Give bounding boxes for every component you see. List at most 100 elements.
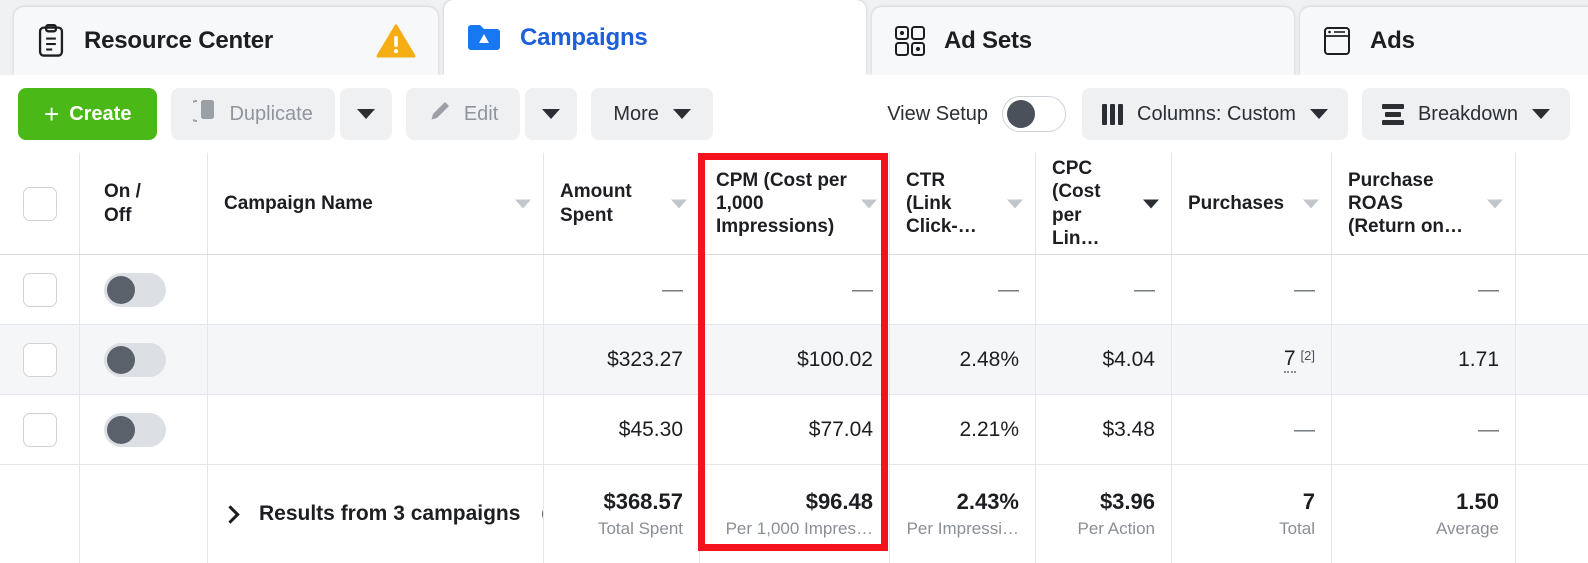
header-sort-icon[interactable] [1487,199,1503,208]
edit-dropdown-button[interactable] [525,88,578,140]
toggle-knob [107,415,135,444]
row-purchases-cell: — [1172,395,1332,464]
row-purchases-cell: — [1172,255,1332,324]
create-button[interactable]: + Create [18,88,158,140]
cpc-value: — [1134,277,1155,301]
grid-squares-icon [894,25,926,57]
purchase-roas-value: 1.71 [1458,347,1499,371]
campaign-status-toggle[interactable] [104,272,166,307]
breakdown-button-label: Breakdown [1417,102,1518,125]
row-campaign-name-cell[interactable] [208,325,544,394]
duplicate-icon [186,98,217,130]
cpc-value: $3.48 [1102,417,1155,441]
warning-icon [376,23,416,59]
row-on-off-cell [80,255,208,324]
purchases-value: — [1294,277,1315,301]
clipboard-icon [36,24,66,58]
header-cpm-label: CPM (Cost per 1,000 Impressions) [716,169,847,238]
ctr-value: 2.48% [959,347,1019,371]
expand-chevron-icon[interactable] [221,504,240,524]
columns-button-label: Columns: Custom [1137,102,1296,125]
window-icon [1322,25,1352,57]
row-on-off-cell [80,395,208,464]
duplicate-button[interactable]: Duplicate [171,88,335,140]
row-amount-spent-cell: $323.27 [544,325,700,394]
tab-ad-sets-label: Ad Sets [944,27,1032,54]
totals-cpm-group: $96.48 Per 1,000 Impres… [716,489,873,539]
row-cpc-cell: $4.04 [1036,325,1172,394]
toggle-knob [1007,100,1035,128]
table-row[interactable]: $323.27 $100.02 2.48% $4.04 7 [2] 1.71 [0,325,1588,395]
totals-purchases-cell: 7 Total [1172,465,1332,563]
totals-label-cell[interactable]: Results from 3 campaigns i [208,465,544,563]
purchases-footnote[interactable]: [2] [1301,348,1315,363]
tab-resource-center-label: Resource Center [84,27,274,54]
tab-ads[interactable]: Ads [1300,7,1588,75]
breakdown-button[interactable]: Breakdown [1361,88,1570,140]
header-sort-icon[interactable] [1007,199,1023,208]
row-checkbox[interactable] [22,412,57,447]
purchases-value[interactable]: 7 [1283,347,1296,373]
tab-ads-label: Ads [1370,27,1415,54]
tab-ad-sets[interactable]: Ad Sets [872,7,1294,75]
campaign-status-toggle[interactable] [104,412,166,447]
action-toolbar: + Create Duplicate Edit More View Setup … [0,75,1588,153]
header-cpc[interactable]: CPC (Cost per Lin… [1036,153,1172,254]
edit-button[interactable]: Edit [405,88,521,140]
row-cpm-cell: $100.02 [700,325,890,394]
header-purchase-roas[interactable]: Purchase ROAS (Return on… [1332,153,1516,254]
table-row[interactable]: — — — — — — [0,255,1588,325]
header-sort-icon[interactable] [861,199,877,208]
plus-icon: + [44,99,60,129]
cpc-value: $4.04 [1102,347,1155,371]
header-ctr[interactable]: CTR (Link Click-… [890,153,1036,254]
row-purchase-roas-cell: 1.71 [1332,325,1516,394]
campaigns-table: On / Off Campaign Name Amount Spent CPM … [0,153,1588,563]
header-sort-icon[interactable] [1143,199,1159,208]
totals-on-off-cell [80,465,208,563]
edit-button-label: Edit [463,102,499,125]
row-amount-spent-cell: — [544,255,700,324]
totals-cpm-cell: $96.48 Per 1,000 Impres… [700,465,890,563]
totals-ctr-value: 2.43% [956,489,1019,514]
header-cpm[interactable]: CPM (Cost per 1,000 Impressions) [700,153,890,254]
totals-cpm-sub: Per 1,000 Impres… [725,519,873,538]
view-setup-control[interactable]: View Setup [887,96,1066,132]
totals-purchase-roas-cell: 1.50 Average [1332,465,1516,563]
more-button[interactable]: More [591,88,713,140]
amount-spent-value: $323.27 [607,347,683,371]
table-row[interactable]: $45.30 $77.04 2.21% $3.48 — — [0,395,1588,465]
row-checkbox[interactable] [22,272,57,307]
view-setup-toggle[interactable] [1002,96,1066,132]
header-purchases[interactable]: Purchases [1172,153,1332,254]
select-all-checkbox[interactable] [22,186,57,221]
totals-purchases-group: 7 Total [1188,489,1315,539]
header-sort-icon[interactable] [671,199,687,208]
purchase-roas-value: — [1478,277,1499,301]
header-sort-icon[interactable] [1303,199,1319,208]
header-amount-spent[interactable]: Amount Spent [544,153,700,254]
totals-tail-cell [1516,465,1588,563]
duplicate-dropdown-button[interactable] [339,88,392,140]
row-campaign-name-cell[interactable] [208,255,544,324]
totals-purchases-sub: Total [1279,519,1315,538]
totals-cpc-cell: $3.96 Per Action [1036,465,1172,563]
row-ctr-cell: — [890,255,1036,324]
tab-resource-center[interactable]: Resource Center [14,7,438,75]
header-on-off: On / Off [80,153,208,254]
table-header-row: On / Off Campaign Name Amount Spent CPM … [0,153,1588,255]
row-checkbox[interactable] [22,342,57,377]
amount-spent-value: $45.30 [618,417,683,441]
header-sort-icon[interactable] [515,199,531,208]
row-cpm-cell: — [700,255,890,324]
chevron-down-icon [542,109,561,119]
pencil-icon [428,99,452,129]
row-campaign-name-cell[interactable] [208,395,544,464]
columns-button[interactable]: Columns: Custom [1082,88,1348,140]
totals-purchase-roas-group: 1.50 Average [1348,489,1499,539]
tab-campaigns[interactable]: Campaigns [444,0,866,75]
header-campaign-name[interactable]: Campaign Name [208,153,544,254]
row-ctr-cell: 2.21% [890,395,1036,464]
header-purchase-roas-label: Purchase ROAS (Return on… [1348,169,1464,238]
campaign-status-toggle[interactable] [104,342,166,377]
